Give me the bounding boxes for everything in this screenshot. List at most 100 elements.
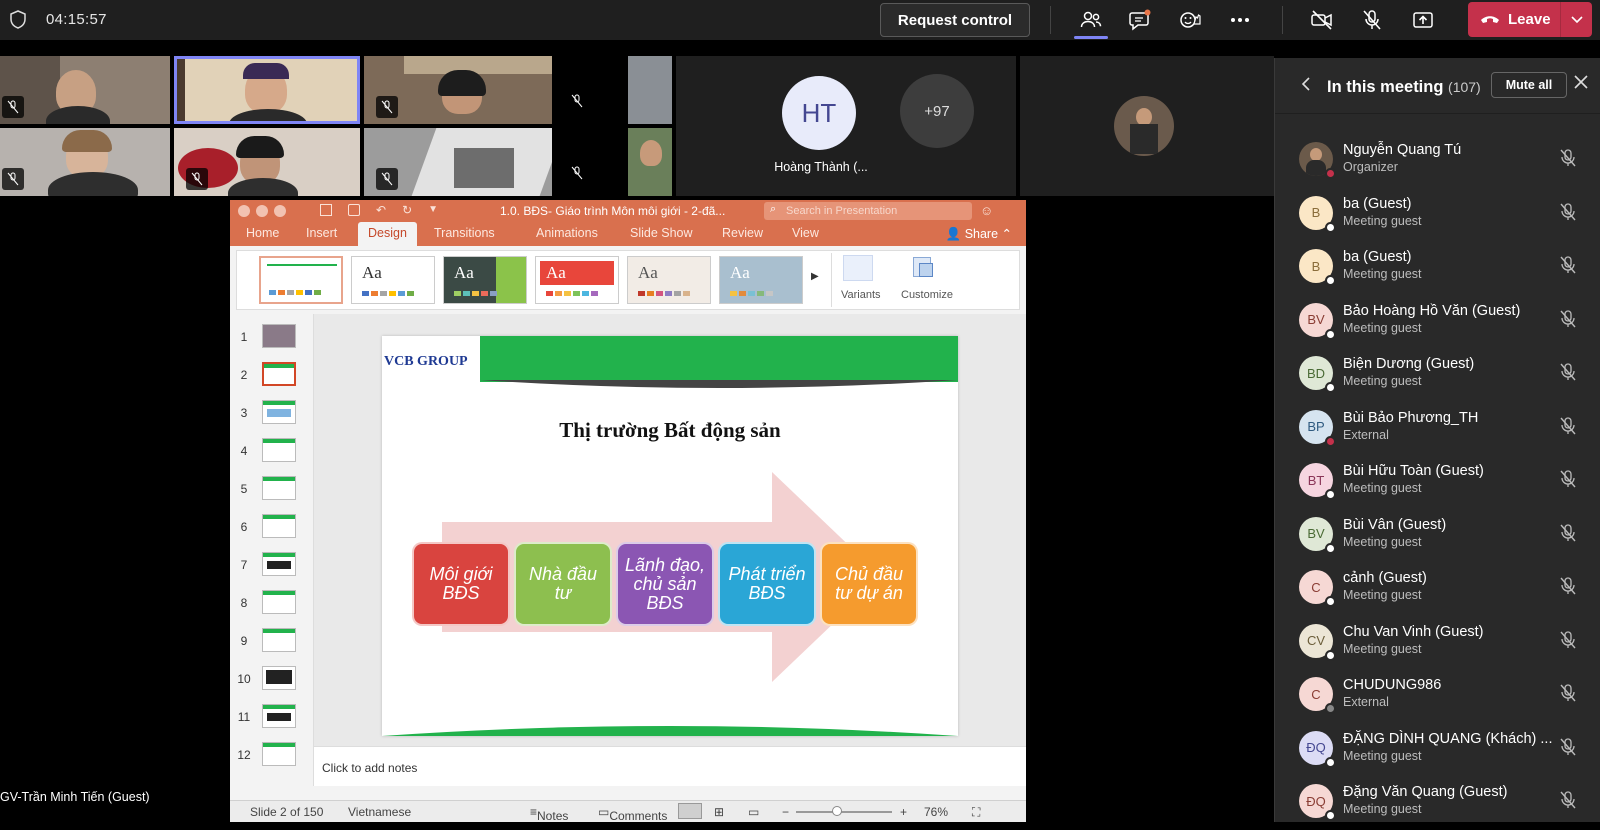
video-tile[interactable] bbox=[174, 128, 360, 196]
participant-row[interactable]: BV Bùi Vân (Guest) Meeting guest bbox=[1275, 511, 1600, 563]
video-tile-column[interactable] bbox=[560, 56, 672, 196]
mic-off-icon[interactable] bbox=[1559, 309, 1577, 334]
close-icon[interactable] bbox=[1573, 74, 1589, 90]
language-indicator[interactable]: Vietnamese bbox=[348, 805, 411, 819]
video-tile[interactable] bbox=[0, 56, 170, 124]
theme-option[interactable]: Aa bbox=[535, 256, 619, 304]
mic-off-icon[interactable] bbox=[1559, 683, 1577, 708]
video-tile[interactable] bbox=[0, 128, 170, 196]
zoom-level[interactable]: 76% bbox=[924, 805, 948, 819]
participant-row[interactable]: Bba (Guest) Meeting guest bbox=[1275, 243, 1600, 295]
theme-scroll-right-icon[interactable]: ▶ bbox=[811, 271, 819, 282]
slide-thumbnail-12[interactable]: 12 bbox=[230, 742, 314, 776]
leave-button[interactable]: Leave bbox=[1468, 2, 1592, 37]
mic-off-icon[interactable] bbox=[1559, 523, 1577, 548]
participant-row[interactable]: C CHUDUNG986 External bbox=[1275, 671, 1600, 723]
mic-off-icon[interactable] bbox=[1559, 469, 1577, 494]
slide-canvas[interactable]: VCB GROUP Thị trường Bất động sản Môi gi… bbox=[314, 314, 1026, 746]
smiley-feedback-icon[interactable]: ☺ bbox=[980, 203, 993, 218]
slide-thumbnail-11[interactable]: 11 bbox=[230, 704, 314, 738]
notes-button[interactable]: ≡ Notes bbox=[530, 805, 568, 823]
mic-off-icon[interactable] bbox=[1559, 737, 1577, 762]
current-slide[interactable]: VCB GROUP Thị trường Bất động sản Môi gi… bbox=[382, 336, 958, 736]
window-controls[interactable] bbox=[238, 205, 286, 217]
variants-icon[interactable] bbox=[843, 255, 873, 281]
fit-to-window-icon[interactable]: ⛶ bbox=[972, 805, 980, 820]
mic-off-icon[interactable] bbox=[1559, 576, 1577, 601]
slide-thumbnail-1[interactable]: 1 bbox=[230, 324, 314, 358]
slide-thumbnail-6[interactable]: 6 bbox=[230, 514, 314, 548]
slide-thumbnail-10[interactable]: 10 bbox=[230, 666, 314, 700]
notes-pane[interactable]: Click to add notes bbox=[314, 746, 1026, 786]
avatar-tile[interactable]: HT Hoàng Thành (... +97 bbox=[676, 56, 1016, 196]
quick-access-toolbar[interactable]: ↶ ↻ ▼ bbox=[320, 204, 470, 218]
zoom-in-icon[interactable]: + bbox=[900, 805, 907, 819]
video-tile[interactable] bbox=[364, 56, 552, 124]
slide-thumbnail-3[interactable]: 3 bbox=[230, 400, 314, 434]
zoom-out-icon[interactable]: − bbox=[782, 805, 789, 819]
participant-row[interactable]: Ccảnh (Guest) Meeting guest bbox=[1275, 564, 1600, 616]
reading-view-icon[interactable]: ▭ bbox=[748, 805, 759, 819]
tab-review[interactable]: Review bbox=[722, 226, 763, 240]
mic-off-icon[interactable] bbox=[1559, 148, 1577, 173]
chat-icon[interactable] bbox=[1126, 6, 1154, 34]
participant-row[interactable]: BP Bùi Bảo Phương_TH External bbox=[1275, 404, 1600, 456]
mic-off-icon[interactable] bbox=[1559, 630, 1577, 655]
theme-option[interactable]: Aa bbox=[443, 256, 527, 304]
zoom-slider-handle[interactable] bbox=[832, 806, 842, 816]
reactions-icon[interactable] bbox=[1176, 6, 1204, 34]
tab-insert[interactable]: Insert bbox=[306, 226, 337, 240]
participant-row[interactable]: Bba (Guest) Meeting guest bbox=[1275, 190, 1600, 242]
mute-all-button[interactable]: Mute all bbox=[1491, 72, 1567, 98]
variants-label[interactable]: Variants bbox=[841, 289, 881, 301]
leave-main[interactable]: Leave bbox=[1468, 2, 1560, 37]
participant-row[interactable]: ĐQ Đặng Văn Quang (Guest) Meeting guest bbox=[1275, 778, 1600, 830]
participant-row[interactable]: CV Chu Van Vinh (Guest) Meeting guest bbox=[1275, 618, 1600, 670]
tab-view[interactable]: View bbox=[792, 226, 819, 240]
mic-off-icon[interactable] bbox=[1559, 416, 1577, 441]
slide-thumbnail-8[interactable]: 8 bbox=[230, 590, 314, 624]
participant-row[interactable]: BT Bùi Hữu Toàn (Guest) Meeting guest bbox=[1275, 457, 1600, 509]
more-options-icon[interactable] bbox=[1226, 6, 1254, 34]
video-tile[interactable] bbox=[364, 128, 552, 196]
video-tile-active-speaker[interactable] bbox=[174, 56, 360, 124]
mic-off-icon[interactable] bbox=[1559, 255, 1577, 280]
search-input[interactable]: Search in Presentation bbox=[764, 202, 972, 220]
share-button[interactable]: 👤 Share ⌃ bbox=[946, 226, 1012, 242]
tab-slide-show[interactable]: Slide Show bbox=[630, 226, 693, 240]
participant-row[interactable]: ĐQ ĐẶNG DÌNH QUANG (Khách) ... Meeting gue… bbox=[1275, 725, 1600, 777]
mic-off-icon[interactable] bbox=[1358, 6, 1386, 34]
tab-transitions[interactable]: Transitions bbox=[434, 226, 495, 240]
participant-row[interactable]: Nguyễn Quang Tú Organizer bbox=[1275, 136, 1600, 188]
theme-option[interactable]: Aa bbox=[351, 256, 435, 304]
slide-thumbnail-7[interactable]: 7 bbox=[230, 552, 314, 586]
mic-off-icon[interactable] bbox=[1559, 202, 1577, 227]
tab-design[interactable]: Design bbox=[358, 222, 417, 246]
chevron-left-icon[interactable] bbox=[1301, 76, 1311, 92]
slide-sorter-icon[interactable]: ⊞ bbox=[714, 805, 724, 819]
share-screen-icon[interactable] bbox=[1409, 6, 1437, 34]
people-icon[interactable] bbox=[1077, 6, 1105, 34]
mic-off-icon[interactable] bbox=[1559, 362, 1577, 387]
tab-home[interactable]: Home bbox=[246, 226, 279, 240]
request-control-button[interactable]: Request control bbox=[880, 3, 1030, 37]
mic-off-icon[interactable] bbox=[1559, 790, 1577, 815]
slide-thumbnail-9[interactable]: 9 bbox=[230, 628, 314, 662]
theme-option[interactable] bbox=[259, 256, 343, 304]
participant-row[interactable]: BV Bảo Hoàng Hồ Văn (Guest) Meeting guest bbox=[1275, 297, 1600, 349]
theme-option[interactable]: Aa bbox=[719, 256, 803, 304]
customize-label[interactable]: Customize bbox=[901, 289, 953, 301]
slide-thumbnail-2[interactable]: 2 bbox=[230, 362, 314, 396]
participant-row[interactable]: BD Biện Dương (Guest) Meeting guest bbox=[1275, 350, 1600, 402]
avatar-tile[interactable] bbox=[1020, 56, 1274, 196]
chevron-down-icon[interactable] bbox=[1561, 15, 1592, 24]
zoom-slider[interactable] bbox=[796, 811, 892, 813]
theme-option[interactable]: Aa bbox=[627, 256, 711, 304]
slide-thumbnail-4[interactable]: 4 bbox=[230, 438, 314, 472]
tab-animations[interactable]: Animations bbox=[536, 226, 598, 240]
slide-thumbnail-5[interactable]: 5 bbox=[230, 476, 314, 510]
customize-icon[interactable] bbox=[911, 255, 935, 281]
camera-off-icon[interactable] bbox=[1308, 6, 1336, 34]
normal-view-icon[interactable] bbox=[678, 803, 702, 819]
more-participants-badge[interactable]: +97 bbox=[900, 74, 974, 148]
